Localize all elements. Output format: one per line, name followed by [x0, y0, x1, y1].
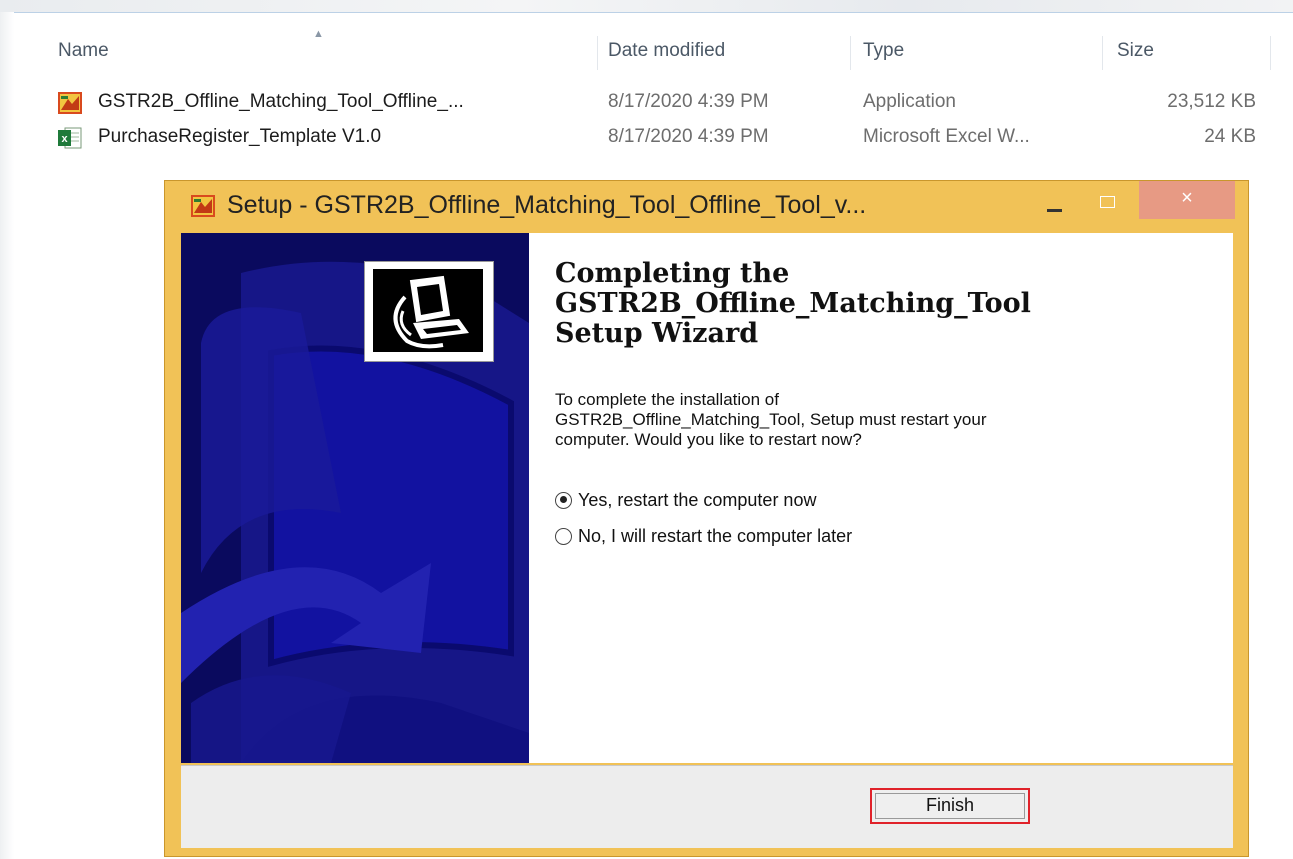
column-header-type[interactable]: Type [863, 40, 904, 62]
sort-ascending-icon: ▲ [313, 28, 324, 40]
column-divider[interactable] [1102, 36, 1103, 70]
file-row-setup-application[interactable]: GSTR2B_Offline_Matching_Tool_Offline_...… [58, 89, 1268, 119]
close-button[interactable]: × [1139, 181, 1235, 219]
maximize-button[interactable] [1087, 187, 1127, 221]
setup-app-icon [58, 92, 82, 114]
column-header-size[interactable]: Size [1117, 40, 1154, 62]
restart-later-option[interactable]: No, I will restart the computer later [555, 523, 852, 549]
wizard-heading: Completing the GSTR2B_Offline_Matching_T… [555, 259, 1215, 349]
wizard-side-image [181, 233, 529, 763]
finish-button-label[interactable]: Finish [926, 795, 974, 815]
file-name: GSTR2B_Offline_Matching_Tool_Offline_... [98, 91, 464, 112]
column-divider[interactable] [1270, 36, 1271, 70]
excel-file-icon: x [58, 127, 82, 149]
file-size: 23,512 KB [1167, 91, 1256, 112]
wizard-body: Completing the GSTR2B_Offline_Matching_T… [181, 233, 1233, 763]
computer-install-icon [373, 269, 483, 352]
file-date-modified: 8/17/2020 4:39 PM [608, 126, 769, 147]
minimize-button[interactable] [1035, 187, 1075, 221]
explorer-top-band [0, 0, 1293, 13]
file-row-excel-template[interactable]: x PurchaseRegister_Template V1.0 8/17/20… [58, 124, 1268, 154]
wizard-footer: Finish [181, 765, 1233, 848]
wizard-heading-line: Setup Wizard [555, 318, 759, 349]
description-line: To complete the installation of [555, 390, 779, 409]
setup-logo [364, 261, 494, 362]
svg-text:x: x [61, 133, 68, 145]
description-line: GSTR2B_Offline_Matching_Tool, Setup must… [555, 410, 987, 429]
finish-button[interactable]: Finish [870, 788, 1030, 824]
column-header-date-modified[interactable]: Date modified [608, 40, 725, 62]
column-header-name[interactable]: Name [58, 40, 109, 62]
wizard-description: To complete the installation of GSTR2B_O… [555, 390, 1215, 450]
setup-wizard-dialog: Setup - GSTR2B_Offline_Matching_Tool_Off… [164, 180, 1249, 857]
file-date-modified: 8/17/2020 4:39 PM [608, 91, 769, 112]
wizard-heading-line: Completing the [555, 258, 790, 289]
radio-button-restart-now[interactable] [555, 491, 572, 509]
setup-app-icon [191, 195, 215, 217]
restart-now-option[interactable]: Yes, restart the computer now [555, 487, 816, 513]
dialog-title: Setup - GSTR2B_Offline_Matching_Tool_Off… [227, 191, 867, 219]
file-type: Application [863, 91, 956, 112]
restart-now-label[interactable]: Yes, restart the computer now [578, 490, 816, 511]
file-size: 24 KB [1204, 126, 1256, 147]
restart-later-label[interactable]: No, I will restart the computer later [578, 526, 852, 547]
description-line: computer. Would you like to restart now? [555, 430, 862, 449]
explorer-navigation-edge [0, 12, 14, 859]
file-type: Microsoft Excel W... [863, 126, 1030, 147]
file-name: PurchaseRegister_Template V1.0 [98, 126, 382, 147]
column-divider[interactable] [597, 36, 598, 70]
wizard-content: Completing the GSTR2B_Offline_Matching_T… [555, 259, 1215, 546]
wizard-heading-line: GSTR2B_Offline_Matching_Tool [555, 288, 1031, 319]
column-divider[interactable] [850, 36, 851, 70]
radio-button-restart-later[interactable] [555, 527, 572, 545]
